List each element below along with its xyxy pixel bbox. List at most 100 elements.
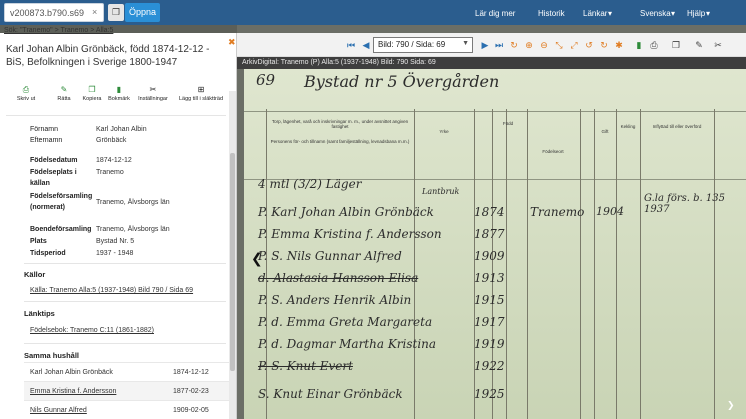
add-to-tree-button[interactable]: ⊞ Lägg till i släktträd xyxy=(174,85,228,102)
settings-icon[interactable]: ✎ xyxy=(693,39,705,51)
record-title: Karl Johan Albin Grönbäck, född 1874-12-… xyxy=(6,44,210,68)
divider xyxy=(24,301,226,302)
record-actions: ⎙ Skriv ut ✎ Rätta ❐ Kopiera ▮ Bokmärk ✂… xyxy=(0,85,230,115)
sources-heading: Källor xyxy=(24,270,46,279)
divider xyxy=(24,343,226,344)
handwritten-year: 1919 xyxy=(474,337,505,351)
first-page-icon[interactable]: ⏮ xyxy=(345,39,357,51)
breadcrumb[interactable]: Sök: "Tranemo" > Tranemo > Alla:5 xyxy=(4,27,113,34)
copy-reference-button[interactable]: ❐ xyxy=(108,4,124,21)
field-label-firstname: Förnamn xyxy=(30,126,59,133)
table-rule xyxy=(244,111,746,112)
next-page-icon[interactable]: ▶ xyxy=(479,39,491,51)
household-name[interactable]: Nils Gunnar Alfred xyxy=(30,407,87,414)
chevron-down-icon: ▾ xyxy=(608,9,613,18)
handwritten-entry: P. S. Knut Evert xyxy=(258,359,353,373)
settings-button[interactable]: ✂ Inställningar xyxy=(134,85,172,102)
column-header-kekling: Kekling xyxy=(620,124,636,129)
rotate-right-icon[interactable]: ↻ xyxy=(598,39,610,51)
household-row[interactable]: Emma Kristina f. Andersson 1877-02-23 xyxy=(24,381,230,400)
scanned-page-image[interactable]: 69 Bystad nr 5 Övergården Torp, lägenhet… xyxy=(244,69,746,419)
tools-icon[interactable]: ✂ xyxy=(712,39,724,51)
table-column-rule xyxy=(616,109,617,419)
rotate-left-icon[interactable]: ↺ xyxy=(583,39,595,51)
copy-label: Kopiera xyxy=(82,96,102,102)
divider xyxy=(6,115,226,116)
table-column-rule xyxy=(714,109,715,419)
field-value-birth-parish: Tranemo, Älvsborgs län xyxy=(96,199,170,206)
close-icon[interactable]: ✖ xyxy=(228,37,236,48)
panel-scrollbar[interactable] xyxy=(229,91,236,419)
handwritten-year: 1915 xyxy=(474,293,505,307)
correct-button[interactable]: ✎ Rätta xyxy=(50,85,78,102)
field-label-place: Plats xyxy=(30,238,47,245)
household-name: Karl Johan Albin Grönbäck xyxy=(30,369,113,376)
page-select-value: Bild: 790 / Sida: 69 xyxy=(378,40,446,49)
zoom-in-icon[interactable]: ⊕ xyxy=(523,39,535,51)
field-value-residence-parish: Tranemo, Älvsborgs län xyxy=(96,226,170,233)
print-button[interactable]: ⎙ Skriv ut xyxy=(12,85,40,102)
household-row[interactable]: Karl Johan Albin Grönbäck 1874-12-12 xyxy=(24,362,230,381)
image-caption: ArkivDigital: Tranemo (P) Alla:5 (1937-1… xyxy=(237,57,746,69)
field-label-lastname: Efternamn xyxy=(30,137,63,144)
bookmark-icon[interactable]: ▮ xyxy=(633,39,645,51)
table-column-rule xyxy=(594,109,595,419)
handwritten-year: 1909 xyxy=(474,249,505,263)
handwritten-year: 1913 xyxy=(474,271,505,285)
page-number: 69 xyxy=(256,71,276,89)
refresh-icon[interactable]: ↻ xyxy=(508,39,520,51)
pencil-icon: ✎ xyxy=(60,85,68,94)
field-label-birthplace: Födelseplats i källan xyxy=(30,169,77,187)
open-button[interactable]: Öppna xyxy=(125,3,160,22)
viewer-toolbar: ⏮ ◀ Bild: 790 / Sida: 69 ▼ ▶ ⏭ ↻ ⊕ ⊖ ⤡ ⤢… xyxy=(237,33,746,57)
top-navbar: v200873.b790.s69 × ❐ Öppna Lär dig mer H… xyxy=(0,0,746,25)
reference-search-input[interactable]: v200873.b790.s69 xyxy=(4,3,104,22)
collapse-arrow[interactable]: ❯ xyxy=(727,400,735,411)
clear-search-icon[interactable]: × xyxy=(92,7,97,17)
previous-image-arrow[interactable]: ❮ xyxy=(251,250,263,267)
nav-language[interactable]: Svenska xyxy=(640,9,671,18)
scrollbar-thumb[interactable] xyxy=(230,153,235,371)
handwritten-year: 1917 xyxy=(474,315,505,329)
handwritten-entry: P. S. Nils Gunnar Alfred xyxy=(258,249,402,263)
handwritten-entry: P. d. Emma Greta Margareta xyxy=(258,315,433,329)
fit-icon[interactable]: ⤡ xyxy=(553,39,565,51)
handwritten-entry: P. Karl Johan Albin Grönbäck xyxy=(258,205,434,219)
copy-icon[interactable]: ❐ xyxy=(670,39,682,51)
add-to-family-tree-icon: ⊞ xyxy=(197,85,205,94)
previous-page-icon[interactable]: ◀ xyxy=(360,39,372,51)
bookmark-icon: ▮ xyxy=(116,85,122,94)
copy-button[interactable]: ❐ Kopiera xyxy=(78,85,106,102)
expand-icon[interactable]: ⤢ xyxy=(568,39,580,51)
table-column-rule xyxy=(414,109,415,419)
page-select[interactable]: Bild: 790 / Sida: 69 ▼ xyxy=(373,37,473,53)
column-header-gift: Gift xyxy=(601,129,609,134)
zoom-out-icon[interactable]: ⊖ xyxy=(538,39,550,51)
column-header-yrke: Yrke xyxy=(439,129,449,134)
field-label-birth-parish: Födelseförsamling (normerat) xyxy=(30,193,93,211)
handwritten-birthplace: Tranemo xyxy=(530,205,585,219)
birth-record-link[interactable]: Födelsebok: Tranemo C:11 (1861-1882) xyxy=(30,327,154,334)
last-page-icon[interactable]: ⏭ xyxy=(493,39,505,51)
handwritten-entry: d. Alastasia Hansson Elisa xyxy=(258,271,419,285)
print-icon: ⎙ xyxy=(22,85,30,94)
correct-label: Rätta xyxy=(57,96,71,102)
column-header-torp: Torp, lägenhet, varå och inskrivningar m… xyxy=(271,119,409,129)
adjust-icon[interactable]: ✱ xyxy=(613,39,625,51)
household-name[interactable]: Emma Kristina f. Andersson xyxy=(30,388,116,395)
print-icon[interactable]: ⎙ xyxy=(648,39,660,51)
handwritten-occupation: Lantbruk xyxy=(422,187,460,196)
settings-label: Inställningar xyxy=(138,96,168,102)
field-value-birthplace: Tranemo xyxy=(96,169,124,176)
household-row[interactable]: Nils Gunnar Alfred 1909-02-05 xyxy=(24,400,230,419)
handwritten-entry: P. d. Dagmar Martha Kristina xyxy=(258,337,437,351)
source-link[interactable]: Källa: Tranemo Alla:5 (1937-1948) Bild 7… xyxy=(30,287,193,294)
nav-help[interactable]: Hjälp xyxy=(687,9,705,18)
add-to-tree-label: Lägg till i släktträd xyxy=(178,96,224,102)
nav-learn-more[interactable]: Lär dig mer xyxy=(475,9,515,18)
nav-links[interactable]: Länkar xyxy=(583,9,607,18)
nav-history[interactable]: Historik xyxy=(538,9,565,18)
field-value-place: Bystad Nr. 5 xyxy=(96,238,135,245)
bookmark-button[interactable]: ▮ Bokmärk xyxy=(104,85,134,102)
household-date: 1909-02-05 xyxy=(173,407,209,414)
